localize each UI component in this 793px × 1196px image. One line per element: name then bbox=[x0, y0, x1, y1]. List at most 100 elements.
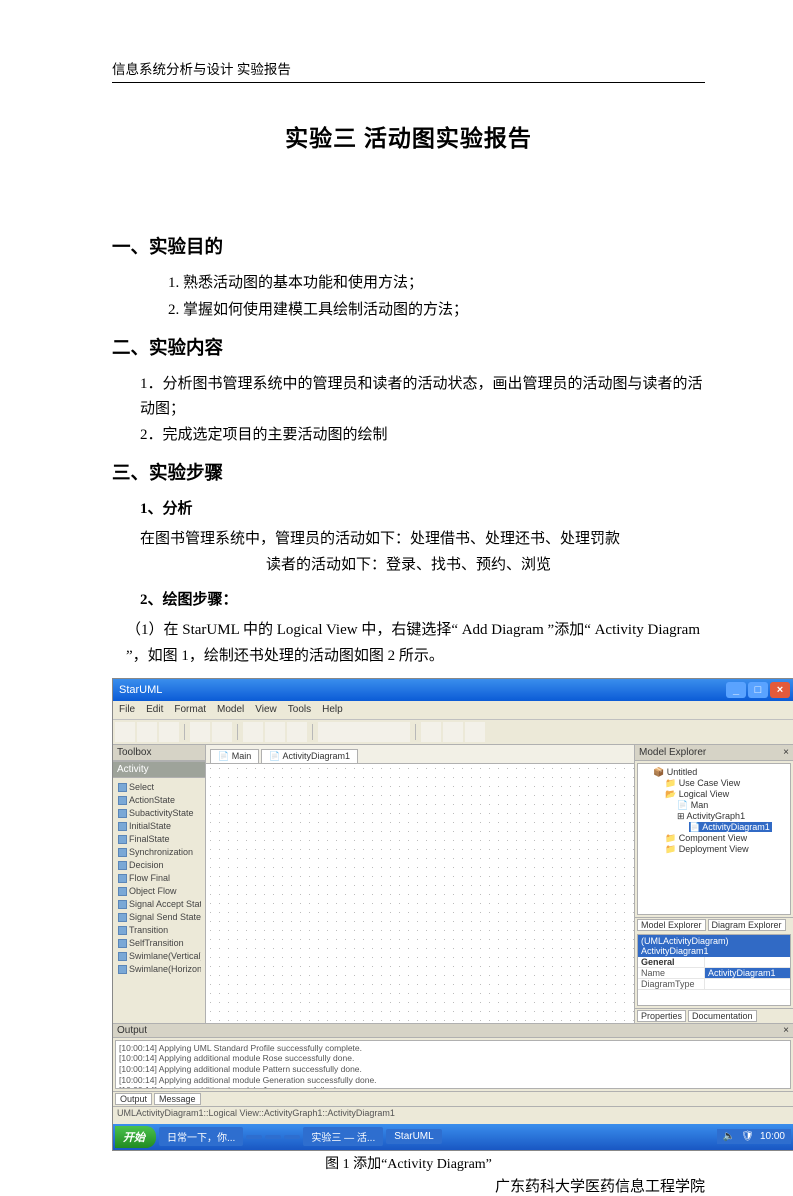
tray-clock[interactable]: 10:00 bbox=[760, 1131, 785, 1142]
main-toolbar[interactable] bbox=[113, 720, 793, 745]
diagram-canvas[interactable] bbox=[206, 764, 634, 1023]
tool-flowfinal[interactable]: Flow Final bbox=[117, 872, 201, 885]
paragraph: 2．完成选定项目的主要活动图的绘制 bbox=[140, 423, 705, 449]
properties-caption: (UMLActivityDiagram) ActivityDiagram1 bbox=[638, 935, 790, 957]
tab-message[interactable]: Message bbox=[154, 1093, 201, 1105]
toolbar-button[interactable] bbox=[465, 722, 485, 742]
taskbar-item[interactable] bbox=[246, 1135, 262, 1139]
tree-node[interactable]: 📁 Use Case View bbox=[641, 778, 787, 789]
toolbox-section[interactable]: Activity bbox=[113, 761, 205, 778]
menu-help[interactable]: Help bbox=[322, 704, 343, 715]
tool-swimlane-h[interactable]: Swimlane(Horizontal) bbox=[117, 963, 201, 976]
minimize-button[interactable]: _ bbox=[726, 682, 746, 698]
menu-tools[interactable]: Tools bbox=[288, 704, 311, 715]
step-1-title: 1、分析 bbox=[140, 497, 705, 523]
tool-swimlane-v[interactable]: Swimlane(Vertical) bbox=[117, 950, 201, 963]
tree-node[interactable]: 📁 Deployment View bbox=[641, 844, 787, 855]
toolbar-button[interactable] bbox=[115, 722, 135, 742]
zoom-combo[interactable] bbox=[318, 722, 410, 742]
tool-selftransition[interactable]: SelfTransition bbox=[117, 937, 201, 950]
tool-finalstate[interactable]: FinalState bbox=[117, 833, 201, 846]
toolbar-button[interactable] bbox=[421, 722, 441, 742]
tab-documentation[interactable]: Documentation bbox=[688, 1010, 757, 1022]
taskbar-item[interactable]: StarUML bbox=[386, 1129, 441, 1144]
menubar[interactable]: File Edit Format Model View Tools Help bbox=[113, 701, 793, 720]
paragraph: 1．分析图书管理系统中的管理员和读者的活动状态，画出管理员的活动图与读者的活动图… bbox=[140, 372, 705, 424]
tab-main[interactable]: 📄 Main bbox=[210, 749, 259, 763]
tree-node[interactable]: ⊞ ActivityGraph1 bbox=[641, 811, 787, 822]
canvas-area: 📄 Main 📄 ActivityDiagram1 bbox=[206, 745, 634, 1023]
tool-signal-send[interactable]: Signal Send State bbox=[117, 911, 201, 924]
list-item: 1. 熟悉活动图的基本功能和使用方法； bbox=[168, 271, 705, 297]
taskbar-item[interactable] bbox=[265, 1135, 281, 1139]
windows-taskbar[interactable]: 开始 日常一下，你... 实验三 — 活... StarUML 🔈 🛡 10:0… bbox=[113, 1124, 793, 1150]
tool-select[interactable]: Select bbox=[117, 781, 201, 794]
menu-view[interactable]: View bbox=[255, 704, 277, 715]
toolbar-button[interactable] bbox=[212, 722, 232, 742]
section-2-body: 1．分析图书管理系统中的管理员和读者的活动状态，画出管理员的活动图与读者的活动图… bbox=[112, 372, 705, 449]
toolbar-button[interactable] bbox=[443, 722, 463, 742]
properties-panel[interactable]: (UMLActivityDiagram) ActivityDiagram1 Ge… bbox=[637, 934, 791, 1006]
document-title: 实验三 活动图实验报告 bbox=[112, 119, 705, 153]
properties-tabs[interactable]: Properties Documentation bbox=[635, 1008, 793, 1023]
tool-objectflow[interactable]: Object Flow bbox=[117, 885, 201, 898]
tab-properties[interactable]: Properties bbox=[637, 1010, 686, 1022]
tool-signal-accept[interactable]: Signal Accept State bbox=[117, 898, 201, 911]
right-panels: Model Explorer× 📦 Untitled 📁 Use Case Vi… bbox=[634, 745, 793, 1023]
figure-caption: 图 1 添加“Activity Diagram” bbox=[112, 1153, 705, 1173]
tree-root[interactable]: 📦 Untitled bbox=[641, 767, 787, 778]
toolbar-button[interactable] bbox=[159, 722, 179, 742]
toolbar-button[interactable] bbox=[265, 722, 285, 742]
taskbar-item[interactable] bbox=[284, 1135, 300, 1139]
toolbar-button[interactable] bbox=[243, 722, 263, 742]
tool-subactivity[interactable]: SubactivityState bbox=[117, 807, 201, 820]
toolbox-panel: Toolbox Activity Select ActionState Suba… bbox=[113, 745, 206, 1023]
toolbar-button[interactable] bbox=[137, 722, 157, 742]
toolbar-button[interactable] bbox=[190, 722, 210, 742]
figure-1: StarUML _ □ × File Edit Format Model Vie… bbox=[112, 678, 705, 1151]
menu-format[interactable]: Format bbox=[174, 704, 206, 715]
section-2-heading: 二、实验内容 bbox=[112, 334, 705, 360]
explorer-tabs[interactable]: Model Explorer Diagram Explorer bbox=[635, 917, 793, 932]
taskbar-item[interactable]: 实验三 — 活... bbox=[303, 1127, 383, 1146]
start-button[interactable]: 开始 bbox=[115, 1126, 156, 1148]
output-text[interactable]: [10:00:14] Applying UML Standard Profile… bbox=[115, 1040, 791, 1089]
window-title: StarUML bbox=[119, 684, 162, 696]
menu-file[interactable]: File bbox=[119, 704, 135, 715]
tree-node[interactable]: 📂 Logical View bbox=[641, 789, 787, 800]
menu-model[interactable]: Model bbox=[217, 704, 244, 715]
model-explorer-tree[interactable]: 📦 Untitled 📁 Use Case View 📂 Logical Vie… bbox=[637, 763, 791, 915]
section-1-list: 1. 熟悉活动图的基本功能和使用方法； 2. 掌握如何使用建模工具绘制活动图的方… bbox=[112, 271, 705, 324]
step-2-title: 2、绘图步骤： bbox=[140, 588, 705, 614]
tree-node[interactable]: 📄 Man bbox=[641, 800, 787, 811]
tool-sync[interactable]: Synchronization bbox=[117, 846, 201, 859]
page: 信息系统分析与设计 实验报告 实验三 活动图实验报告 一、实验目的 1. 熟悉活… bbox=[0, 0, 793, 1122]
tool-initialstate[interactable]: InitialState bbox=[117, 820, 201, 833]
page-header: 信息系统分析与设计 实验报告 bbox=[112, 58, 705, 83]
taskbar-item[interactable]: 日常一下，你... bbox=[159, 1127, 243, 1146]
tab-output[interactable]: Output bbox=[115, 1093, 152, 1105]
tool-actionstate[interactable]: ActionState bbox=[117, 794, 201, 807]
toolbox-heading: Toolbox bbox=[113, 745, 205, 761]
tool-transition[interactable]: Transition bbox=[117, 924, 201, 937]
close-button[interactable]: × bbox=[770, 682, 790, 698]
toolbar-button[interactable] bbox=[287, 722, 307, 742]
canvas-tabs[interactable]: 📄 Main 📄 ActivityDiagram1 bbox=[206, 745, 634, 764]
tray-icon[interactable]: 🛡 bbox=[741, 1131, 754, 1142]
tab-model-explorer[interactable]: Model Explorer bbox=[637, 919, 706, 931]
step-1-line-1: 在图书管理系统中，管理员的活动如下：处理借书、处理还书、处理罚款 bbox=[112, 527, 705, 553]
tree-node-selected[interactable]: 📄 ActivityDiagram1 bbox=[641, 822, 787, 833]
tool-decision[interactable]: Decision bbox=[117, 859, 201, 872]
tree-node[interactable]: 📁 Component View bbox=[641, 833, 787, 844]
tray-icon[interactable]: 🔈 bbox=[723, 1131, 735, 1142]
tab-diagram-explorer[interactable]: Diagram Explorer bbox=[708, 919, 786, 931]
window-titlebar[interactable]: StarUML _ □ × bbox=[113, 679, 793, 701]
system-tray[interactable]: 🔈 🛡 10:00 bbox=[717, 1129, 791, 1144]
step-1-line-2: 读者的活动如下：登录、找书、预约、浏览 bbox=[112, 553, 705, 579]
list-item: 2. 掌握如何使用建模工具绘制活动图的方法； bbox=[168, 298, 705, 324]
menu-edit[interactable]: Edit bbox=[146, 704, 163, 715]
maximize-button[interactable]: □ bbox=[748, 682, 768, 698]
output-tabs[interactable]: Output Message bbox=[113, 1091, 793, 1106]
tab-activitydiagram1[interactable]: 📄 ActivityDiagram1 bbox=[261, 749, 358, 763]
step-2-body: （1）在 StarUML 中的 Logical View 中，右键选择“ Add… bbox=[112, 618, 705, 670]
